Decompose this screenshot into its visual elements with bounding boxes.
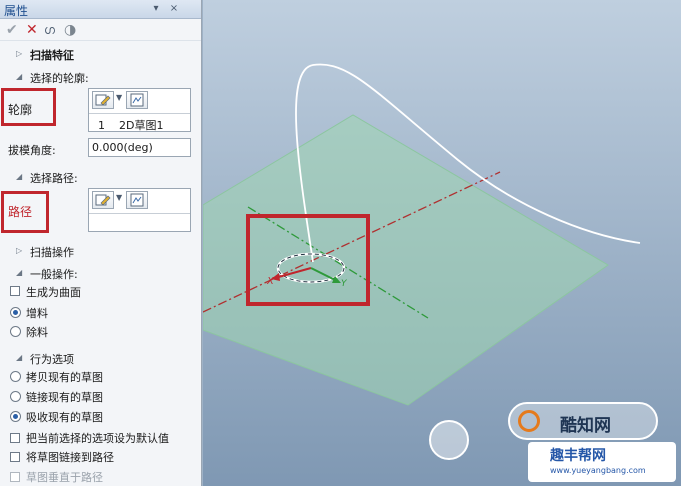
- cross-icon[interactable]: ✕: [26, 22, 38, 38]
- collapse-triangle-icon: ◢: [16, 268, 23, 277]
- draft-angle-label: 拔模角度:: [8, 144, 56, 157]
- sketch-plane: [203, 114, 609, 406]
- dropdown-arrow-icon[interactable]: ▼: [116, 93, 122, 102]
- sweep-operation-section[interactable]: ▷ 扫描操作: [0, 242, 200, 260]
- watermark-logo-icon: [518, 410, 540, 432]
- add-material-label: 增料: [26, 307, 48, 320]
- y-axis-label: Y: [341, 279, 347, 289]
- sketch-icon: [130, 193, 144, 207]
- general-operation-section[interactable]: ◢ 一般操作:: [0, 264, 200, 282]
- panel-title: 属性: [4, 4, 29, 18]
- pin-dropdown-button[interactable]: ▾: [150, 3, 162, 15]
- collapse-triangle-icon: ◢: [16, 72, 23, 81]
- remove-material-radio[interactable]: [10, 326, 21, 337]
- expand-triangle-icon: ▷: [16, 246, 23, 255]
- path-selector[interactable]: ▼: [88, 188, 191, 232]
- watermark-brand: 酷知网: [560, 416, 611, 436]
- watermark-url-box: 趣丰帮网 www.yueyangbang.com: [528, 442, 676, 482]
- panel-close-button[interactable]: ×: [168, 3, 180, 15]
- absorb-sketch-radio[interactable]: [10, 411, 21, 422]
- watermark-domain: www.yueyangbang.com: [550, 466, 646, 475]
- general-operation-label: 一般操作:: [30, 268, 78, 281]
- sketch-perpendicular-checkbox[interactable]: [10, 472, 20, 482]
- glasses-icon[interactable]: ഗ: [44, 22, 55, 38]
- pencil-icon: [95, 194, 111, 206]
- select-profile-section[interactable]: ◢ 选择的轮廓:: [0, 68, 200, 86]
- circle-icon[interactable]: ◑: [64, 22, 76, 38]
- expand-triangle-icon: ▷: [16, 49, 23, 58]
- select-path-section[interactable]: ◢ 选择路径:: [0, 168, 200, 186]
- add-material-radio[interactable]: [10, 307, 21, 318]
- link-sketch-path-checkbox[interactable]: [10, 452, 20, 462]
- panel-toolbar: ✔ ✕ ഗ ◑: [0, 19, 201, 41]
- set-default-label: 把当前选择的选项设为默认值: [26, 432, 169, 445]
- collapse-triangle-icon: ◢: [16, 172, 23, 181]
- sweep-operation-label: 扫描操作: [30, 246, 74, 259]
- profile-list-item[interactable]: 1 2D草图1: [98, 117, 163, 133]
- pencil-icon: [95, 94, 111, 106]
- generate-surface-label: 生成为曲面: [26, 286, 81, 299]
- watermark-url-text: 趣丰帮网: [550, 448, 606, 464]
- path-label: 路径: [8, 205, 33, 219]
- sketch-icon: [130, 93, 144, 107]
- x-axis-label: X: [267, 276, 274, 287]
- profile-label: 轮廓: [8, 103, 33, 117]
- profile-selector[interactable]: ▼ 1 2D草图1: [88, 88, 191, 132]
- draft-angle-value: 0.000(deg): [92, 141, 153, 154]
- edit-path-button[interactable]: [92, 191, 114, 209]
- collapse-triangle-icon: ◢: [16, 353, 23, 362]
- 3d-viewport[interactable]: X Y 酷知网 趣丰帮网 www.yueyangbang.com: [203, 0, 681, 486]
- dropdown-arrow-icon[interactable]: ▼: [116, 193, 122, 202]
- link-sketch-path-label: 将草图链接到路径: [26, 451, 114, 464]
- check-icon[interactable]: ✔: [6, 22, 18, 38]
- properties-panel: 属性 ▾ × ✔ ✕ ഗ ◑ ▷ 扫描特征 ◢ 选择的轮廓: 轮廓 ▼ 1 2D…: [0, 0, 202, 486]
- draft-angle-input[interactable]: 0.000(deg): [88, 138, 191, 157]
- remove-material-label: 除料: [26, 326, 48, 339]
- absorb-sketch-label: 吸收现有的草图: [26, 411, 103, 424]
- set-default-checkbox[interactable]: [10, 433, 20, 443]
- behavior-options-section[interactable]: ◢ 行为选项: [0, 349, 200, 367]
- edit-sketch-button[interactable]: [92, 91, 114, 109]
- panel-titlebar: 属性 ▾ ×: [0, 0, 201, 19]
- generate-surface-checkbox[interactable]: [10, 286, 20, 296]
- link-sketch-radio[interactable]: [10, 391, 21, 402]
- select-profile-label: 选择的轮廓:: [30, 72, 89, 85]
- sketch-pick-button[interactable]: [126, 91, 148, 109]
- swirl-logo-icon: [429, 420, 469, 460]
- sketch-perpendicular-label: 草图垂直于路径: [26, 471, 103, 484]
- select-path-label: 选择路径:: [30, 172, 78, 185]
- sweep-feature-section[interactable]: ▷ 扫描特征: [0, 45, 200, 63]
- behavior-options-label: 行为选项: [30, 353, 74, 366]
- path-pick-button[interactable]: [126, 191, 148, 209]
- copy-sketch-label: 拷贝现有的草图: [26, 371, 103, 384]
- sweep-feature-label: 扫描特征: [30, 49, 74, 62]
- copy-sketch-radio[interactable]: [10, 371, 21, 382]
- watermark-badge: 酷知网: [508, 402, 658, 440]
- link-sketch-label: 链接现有的草图: [26, 391, 103, 404]
